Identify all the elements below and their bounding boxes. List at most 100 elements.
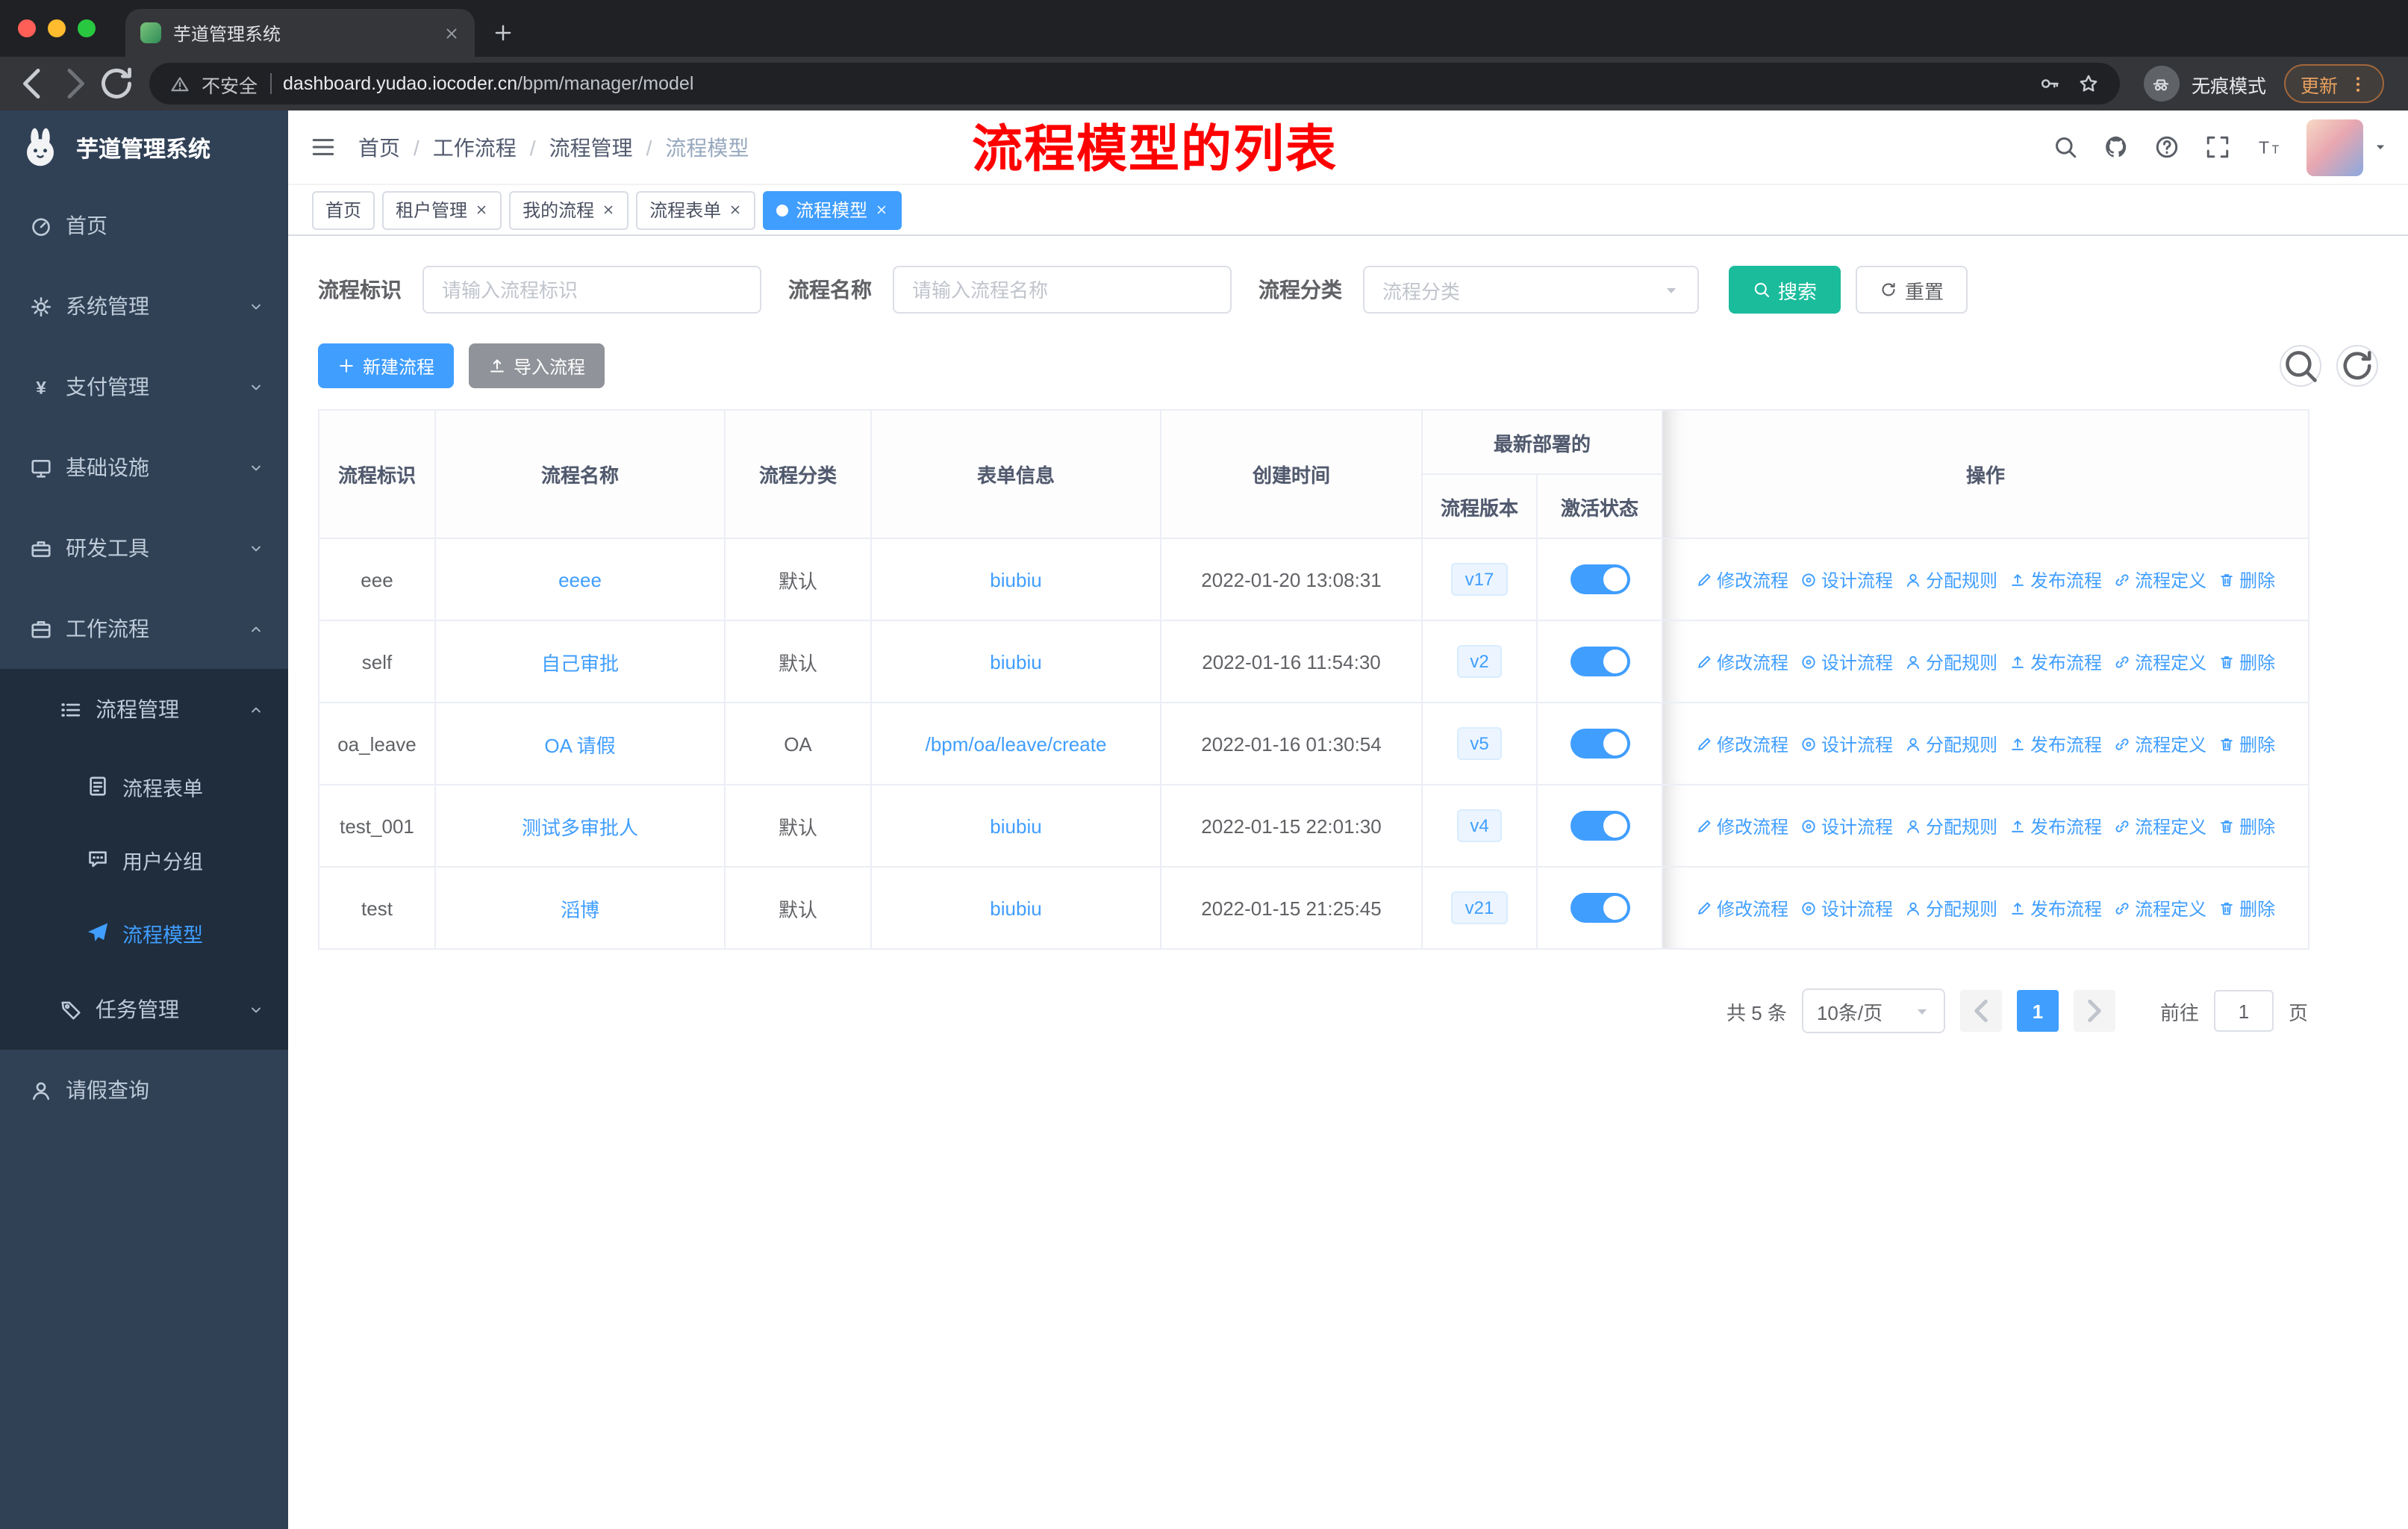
search-icon[interactable] [2053, 134, 2078, 160]
sidebar-item-payment-manage[interactable]: ¥ 支付管理 [0, 346, 288, 427]
action-definition[interactable]: 流程定义 [2114, 895, 2206, 921]
sidebar-item-task-manage[interactable]: 任务管理 [0, 969, 288, 1050]
action-publish[interactable]: 发布流程 [2009, 731, 2102, 756]
browser-forward-icon[interactable] [54, 64, 96, 103]
sidebar-item-process-model[interactable]: 流程模型 [0, 896, 288, 969]
action-design[interactable]: 设计流程 [1800, 813, 1893, 838]
action-design[interactable]: 设计流程 [1800, 567, 1893, 592]
sidebar-item-infrastructure[interactable]: 基础设施 [0, 427, 288, 508]
action-modify[interactable]: 修改流程 [1696, 731, 1788, 756]
action-modify[interactable]: 修改流程 [1696, 649, 1788, 674]
action-assign[interactable]: 分配规则 [1905, 731, 1997, 756]
breadcrumb-item[interactable]: 首页 [358, 132, 400, 162]
breadcrumb-item[interactable]: 流程管理 [549, 132, 633, 162]
action-assign[interactable]: 分配规则 [1905, 567, 1997, 592]
goto-page-input[interactable] [2213, 990, 2274, 1032]
action-definition[interactable]: 流程定义 [2114, 813, 2206, 838]
action-definition[interactable]: 流程定义 [2114, 567, 2206, 592]
browser-tab[interactable]: 芋道管理系统 [125, 9, 475, 57]
action-publish[interactable]: 发布流程 [2009, 649, 2102, 674]
form-info-link[interactable]: /bpm/oa/leave/create [926, 732, 1107, 755]
process-name-link[interactable]: 测试多审批人 [522, 816, 638, 838]
action-design[interactable]: 设计流程 [1800, 731, 1893, 756]
action-publish[interactable]: 发布流程 [2009, 895, 2102, 921]
tag-process-form[interactable]: 流程表单 [636, 190, 756, 229]
tag-close-icon[interactable] [875, 203, 888, 217]
process-name-link[interactable]: 滔博 [561, 898, 599, 921]
tag-tenant-manage[interactable]: 租户管理 [382, 190, 502, 229]
process-name-link[interactable]: OA 请假 [544, 734, 615, 756]
update-button[interactable]: 更新 [2283, 64, 2384, 103]
window-close-button[interactable] [18, 19, 36, 37]
filter-input-name[interactable] [893, 266, 1232, 314]
action-publish[interactable]: 发布流程 [2009, 813, 2102, 838]
prev-page-button[interactable] [1959, 990, 2002, 1032]
active-toggle[interactable] [1570, 893, 1629, 923]
action-publish[interactable]: 发布流程 [2009, 567, 2102, 592]
address-bar[interactable]: 不安全 dashboard.yudao.iocoder.cn/bpm/manag… [149, 63, 2120, 105]
toggle-search-button[interactable] [2280, 345, 2321, 387]
process-name-link[interactable]: eeee [558, 568, 602, 591]
current-page-button[interactable]: 1 [2016, 990, 2059, 1032]
active-toggle[interactable] [1570, 729, 1629, 759]
refresh-table-button[interactable] [2336, 345, 2378, 387]
tag-close-icon[interactable] [602, 203, 615, 217]
action-design[interactable]: 设计流程 [1800, 649, 1893, 674]
filter-input-id[interactable] [422, 266, 761, 314]
browser-menu-dots-icon[interactable] [2348, 74, 2368, 93]
form-info-link[interactable]: biubiu [990, 650, 1041, 673]
action-design[interactable]: 设计流程 [1800, 895, 1893, 921]
tag-close-icon[interactable] [729, 203, 742, 217]
breadcrumb-item[interactable]: 工作流程 [433, 132, 517, 162]
github-icon[interactable] [2103, 134, 2129, 160]
sidebar-item-leave-query[interactable]: 请假查询 [0, 1050, 288, 1130]
tab-close-icon[interactable] [443, 25, 460, 41]
import-process-button[interactable]: 导入流程 [469, 343, 605, 388]
sidebar-item-process-form[interactable]: 流程表单 [0, 750, 288, 823]
form-info-link[interactable]: biubiu [990, 568, 1041, 591]
font-size-icon[interactable]: TT [2256, 134, 2281, 160]
fullscreen-icon[interactable] [2205, 134, 2230, 160]
tag-my-process[interactable]: 我的流程 [509, 190, 629, 229]
action-delete[interactable]: 删除 [2218, 731, 2275, 756]
reset-button[interactable]: 重置 [1856, 266, 1968, 314]
action-assign[interactable]: 分配规则 [1905, 813, 1997, 838]
password-key-icon[interactable] [2039, 73, 2060, 94]
sidebar-item-user-group[interactable]: 用户分组 [0, 823, 288, 896]
tag-process-model[interactable]: 流程模型 [763, 190, 902, 229]
form-info-link[interactable]: biubiu [990, 815, 1041, 837]
action-modify[interactable]: 修改流程 [1696, 895, 1788, 921]
bookmark-star-icon[interactable] [2078, 73, 2099, 94]
page-size-select[interactable]: 10条/页 [1801, 988, 1945, 1033]
new-tab-button[interactable] [493, 22, 514, 43]
action-assign[interactable]: 分配规则 [1905, 649, 1997, 674]
avatar[interactable] [2306, 119, 2363, 175]
process-name-link[interactable]: 自己审批 [541, 652, 619, 674]
browser-reload-icon[interactable] [96, 64, 137, 103]
sidebar-item-home[interactable]: 首页 [0, 185, 288, 266]
action-definition[interactable]: 流程定义 [2114, 731, 2206, 756]
tag-close-icon[interactable] [475, 203, 488, 217]
active-toggle[interactable] [1570, 647, 1629, 676]
sidebar-item-dev-tools[interactable]: 研发工具 [0, 508, 288, 588]
action-modify[interactable]: 修改流程 [1696, 567, 1788, 592]
tag-home[interactable]: 首页 [312, 190, 375, 229]
sidebar-item-workflow[interactable]: 工作流程 [0, 588, 288, 669]
action-assign[interactable]: 分配规则 [1905, 895, 1997, 921]
browser-back-icon[interactable] [12, 64, 54, 103]
hamburger-icon[interactable] [288, 134, 358, 160]
action-delete[interactable]: 删除 [2218, 649, 2275, 674]
action-delete[interactable]: 删除 [2218, 895, 2275, 921]
window-zoom-button[interactable] [78, 19, 96, 37]
next-page-button[interactable] [2073, 990, 2115, 1032]
action-delete[interactable]: 删除 [2218, 813, 2275, 838]
filter-select-category[interactable]: 流程分类 [1363, 266, 1699, 314]
action-definition[interactable]: 流程定义 [2114, 649, 2206, 674]
action-delete[interactable]: 删除 [2218, 567, 2275, 592]
action-modify[interactable]: 修改流程 [1696, 813, 1788, 838]
active-toggle[interactable] [1570, 564, 1629, 594]
create-process-button[interactable]: 新建流程 [318, 343, 455, 388]
sidebar-item-system-manage[interactable]: 系统管理 [0, 266, 288, 346]
help-icon[interactable] [2154, 134, 2180, 160]
form-info-link[interactable]: biubiu [990, 897, 1041, 919]
